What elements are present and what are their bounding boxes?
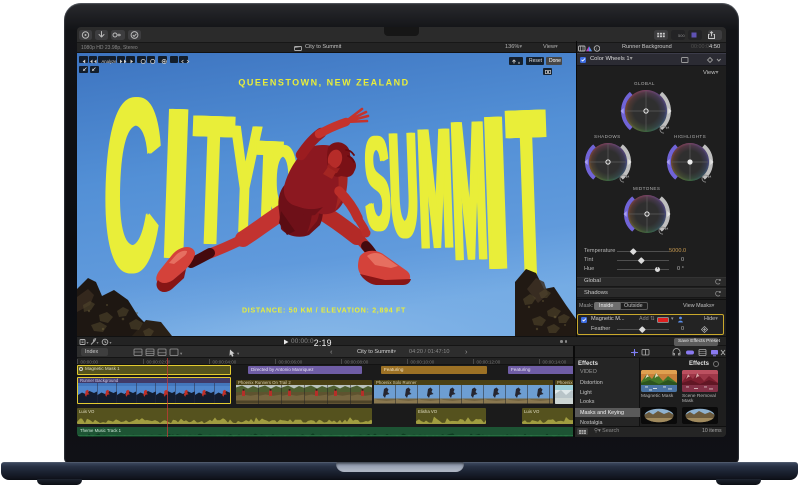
svg-text:▾: ▾ — [180, 351, 183, 356]
svg-text:QUEENSTOWN, NEW ZEALAND: QUEENSTOWN, NEW ZEALAND — [238, 78, 409, 88]
svg-text:00:00:04:00: 00:00:04:00 — [213, 360, 237, 365]
svg-text:Analyze: Analyze — [102, 59, 118, 64]
svg-text:500: 500 — [678, 33, 685, 38]
svg-text:00:00:14:00: 00:00:14:00 — [543, 360, 567, 365]
svg-text:00:00:08:00: 00:00:08:00 — [345, 360, 369, 365]
svg-text:00:00:06:00: 00:00:06:00 — [279, 360, 303, 365]
svg-text:▾: ▾ — [237, 351, 240, 356]
svg-text:▾: ▾ — [87, 340, 89, 345]
svg-text:00:00:10:00: 00:00:10:00 — [411, 360, 435, 365]
svg-text:▾: ▾ — [97, 340, 99, 345]
svg-text:00:00:12:00: 00:00:12:00 — [477, 360, 501, 365]
svg-text:i: i — [596, 46, 597, 51]
svg-text:▾: ▾ — [110, 340, 112, 345]
svg-text:DISTANCE: 50 KM / ELEVATION: 2: DISTANCE: 50 KM / ELEVATION: 2,894 FT — [242, 308, 406, 315]
svg-text:00:00:00: 00:00:00 — [81, 360, 99, 365]
